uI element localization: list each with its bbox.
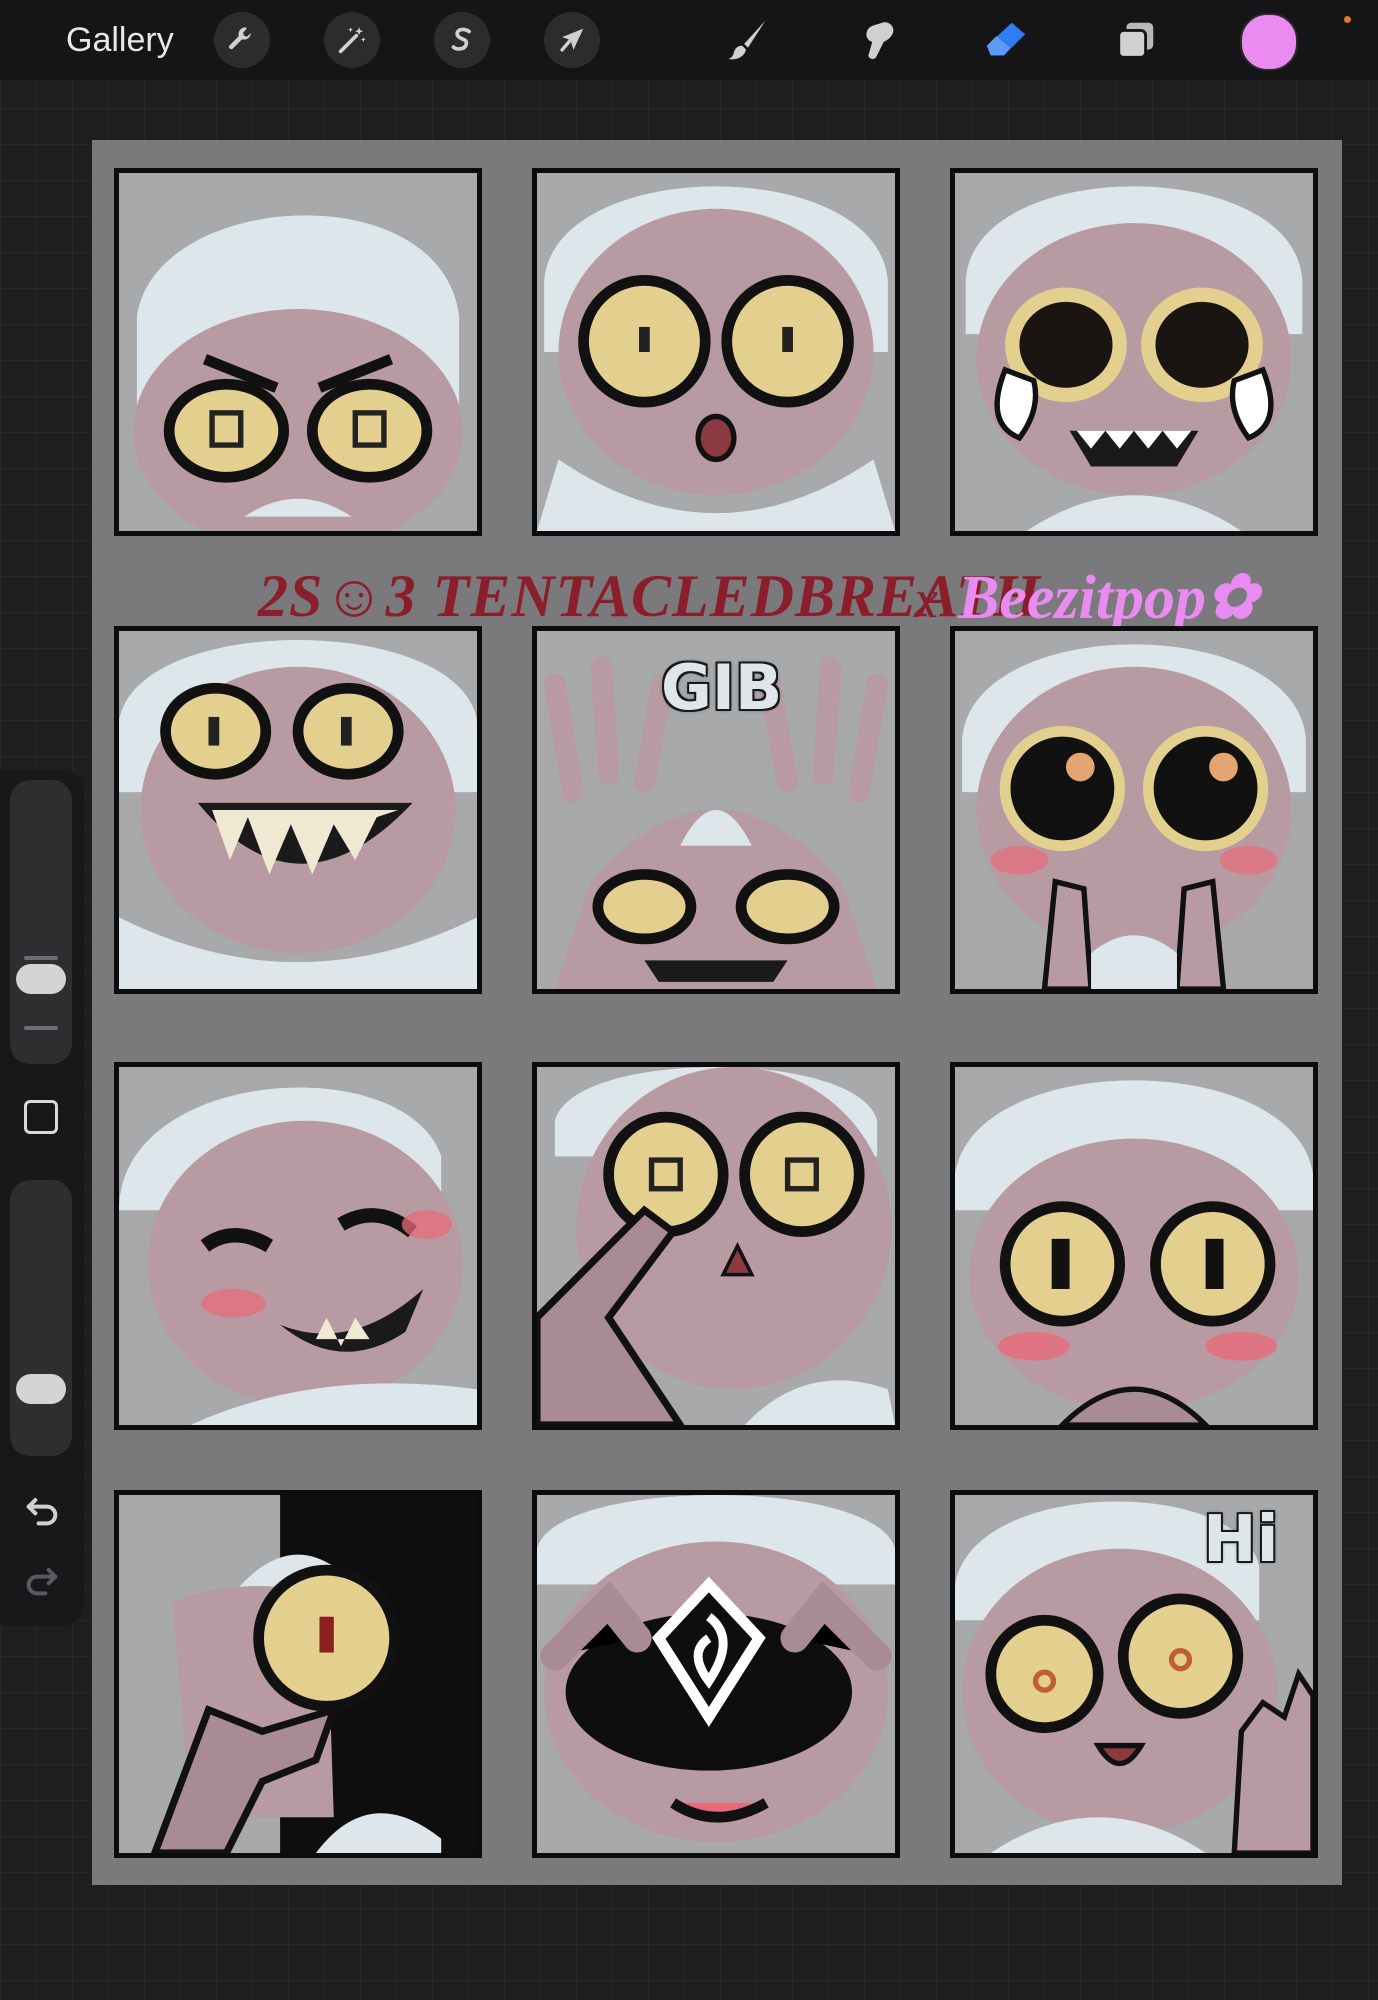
smudge-icon [866,22,894,59]
slider-tick [24,1026,58,1030]
peek-face-drawing [150,1495,477,1853]
adjustments-button[interactable] [324,12,380,68]
color-picker-button[interactable] [1240,13,1298,71]
credit-separator: x [914,569,938,629]
undo-icon [26,1498,58,1526]
eraser-icon [986,22,1026,56]
redo-button[interactable] [20,1560,64,1600]
transform-button[interactable] [544,12,600,68]
slider-tick [24,956,58,960]
opacity-knob[interactable] [16,1374,66,1404]
opacity-slider[interactable] [10,1180,72,1456]
brush-sidebar [0,770,84,1626]
emote-tile-smug [114,1062,482,1430]
selection-s-icon [451,27,471,51]
emote-tile-grin [114,626,482,994]
pleading-face-drawing [962,644,1306,989]
credit-artist-two: Beezitpop✿ [958,564,1258,632]
artwork-canvas[interactable]: 2S☺3 TENTACLEDBREATH x Beezitpop✿ GIB Hi [92,140,1342,1885]
top-toolbar: Gallery [0,0,1378,80]
crying-face-drawing [965,186,1303,531]
angry-face-drawing [133,215,463,531]
gib-text: GIB [661,651,783,724]
blush-face-drawing [955,1080,1313,1425]
emote-tile-hypnotized [532,1490,900,1858]
layers-button[interactable] [1108,12,1164,68]
layers-icon [1117,22,1154,59]
modify-button[interactable] [24,1100,58,1134]
erase-tool-button[interactable] [978,12,1034,68]
shocked-face-drawing [537,186,895,531]
undo-button[interactable] [20,1490,64,1530]
emote-tile-blush [950,1062,1318,1430]
brush-size-slider[interactable] [10,780,72,1064]
brush-size-knob[interactable] [16,964,66,994]
emote-tile-angry [114,168,482,536]
pointing-face-drawing [537,1067,895,1425]
emote-tile-pleading [950,626,1318,994]
smug-face-drawing [119,1087,477,1425]
magic-wand-icon [338,27,366,54]
brush-icon [728,20,766,60]
emote-tile-pointing [532,1062,900,1430]
paint-tool-button[interactable] [720,12,776,68]
grin-face-drawing [119,639,477,989]
emote-tile-hi: Hi [950,1490,1318,1858]
selection-button[interactable] [434,12,490,68]
redo-icon [26,1568,58,1596]
hypnotized-face-drawing [537,1495,895,1843]
emote-tile-peek [114,1490,482,1858]
arrow-cursor-icon [560,28,584,52]
emote-tile-crying [950,168,1318,536]
status-indicator [1344,16,1351,23]
actions-button[interactable] [214,12,270,68]
wrench-icon [229,27,251,50]
smudge-tool-button[interactable] [850,12,906,68]
emote-tile-gib: GIB [532,626,900,994]
emote-tile-shocked [532,168,900,536]
gallery-button[interactable]: Gallery [66,20,174,60]
hi-text: Hi [1203,1503,1279,1577]
